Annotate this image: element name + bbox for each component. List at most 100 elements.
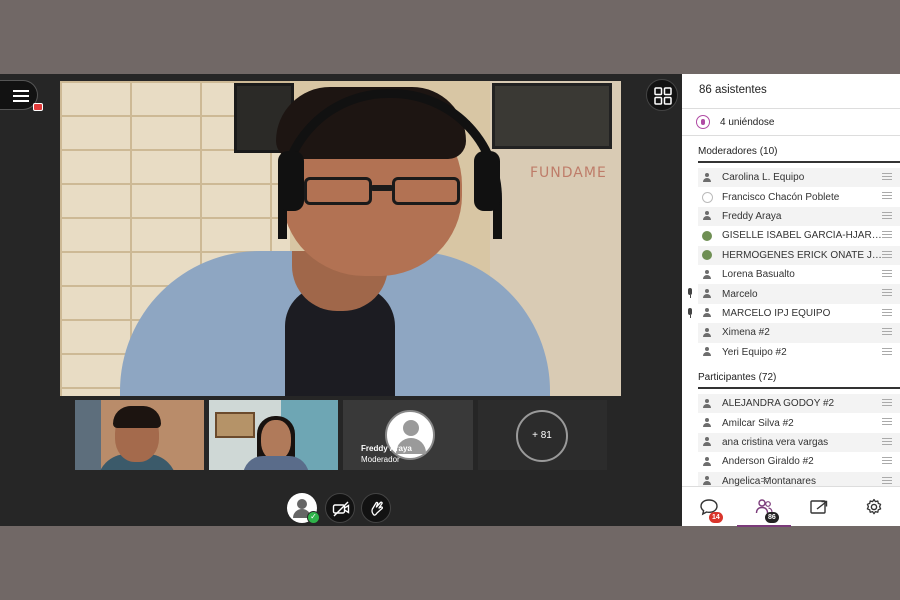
microphone-icon [687, 288, 693, 299]
participant-video-thumbnail[interactable] [209, 400, 338, 470]
tab-chat[interactable]: 14 [682, 487, 736, 527]
attendee-name: Amilcar Silva #2 [722, 417, 794, 429]
headset-earcup [278, 151, 304, 211]
list-item[interactable]: Freddy Araya [698, 206, 900, 227]
layout-toggle-button[interactable] [646, 79, 678, 111]
options-icon[interactable] [882, 418, 892, 427]
microphone-icon [687, 307, 693, 318]
options-icon[interactable] [882, 328, 892, 337]
attendees-count-badge: 86 [765, 512, 779, 523]
list-item[interactable]: Carolina L. Equipo [698, 168, 900, 188]
options-icon[interactable] [882, 347, 892, 357]
person-icon [702, 289, 712, 299]
drag-handle-icon [761, 478, 769, 482]
person-icon [702, 398, 712, 409]
list-item[interactable]: Amilcar Silva #2 [698, 413, 900, 432]
section-rule [698, 161, 900, 163]
list-item[interactable]: Lorena Basualto [698, 265, 900, 284]
main-speaker-video: FUNDAME [60, 81, 621, 396]
person-icon [702, 269, 712, 280]
menu-icon [13, 90, 29, 102]
list-item[interactable]: ALEJANDRA GODOY #2 [698, 394, 900, 414]
panel-tab-bar: 14 86 [682, 478, 900, 527]
person-icon [702, 172, 712, 183]
tab-attendees[interactable]: 86 [737, 487, 791, 527]
options-icon[interactable] [882, 289, 892, 298]
attendee-name: GISELLE ISABEL GARCÍA-HJARLES... [722, 230, 882, 242]
avatar [702, 192, 713, 204]
list-item[interactable]: HERMÓGENES ERICK OÑATE JOR... [698, 245, 900, 265]
my-status-button[interactable]: ✓ [287, 493, 320, 524]
wall-picture [492, 83, 612, 149]
attendee-name: Anderson Giraldo #2 [722, 456, 814, 468]
session-menu-button[interactable] [0, 80, 43, 111]
whiteboard-text: FUNDAME [530, 165, 607, 181]
joining-indicator[interactable]: 4 uniéndose [696, 114, 775, 130]
more-participants-count: + 81 [516, 410, 568, 462]
options-icon[interactable] [882, 437, 892, 447]
list-item[interactable]: Yeri Equipo #2 [698, 343, 900, 362]
thumbnail-name: Freddy Araya [361, 444, 412, 453]
attendee-name: Yeri Equipo #2 [722, 346, 787, 358]
user-status-icon [297, 499, 307, 509]
attendee-name: ALEJANDRA GODOY #2 [722, 398, 835, 410]
options-icon[interactable] [882, 476, 892, 486]
check-icon: ✓ [307, 511, 320, 524]
grid-icon [654, 87, 672, 105]
tab-settings[interactable] [847, 487, 900, 527]
attendee-name: Carolina L. Equipo [722, 172, 805, 184]
participant-video-thumbnail[interactable] [75, 400, 204, 470]
participant-avatar-thumbnail[interactable]: Freddy Araya Moderador [343, 400, 473, 470]
attendee-name: Ximena #2 [722, 327, 770, 339]
person-icon [702, 437, 712, 447]
divider [682, 108, 900, 109]
tab-share-content[interactable] [792, 487, 846, 527]
list-item[interactable]: MARCELO IPJ EQUIPO [688, 304, 900, 323]
list-item[interactable]: Francisco Chacón Poblete [698, 187, 900, 206]
moderators-list: Carolina L. Equipo Francisco Chacón Pobl… [688, 168, 900, 362]
more-participants-thumbnail[interactable]: + 81 [478, 400, 607, 470]
glasses [304, 177, 464, 207]
options-icon[interactable] [882, 192, 892, 201]
attendee-name: ana cristina vera vargas [722, 436, 829, 448]
recording-icon [33, 103, 43, 111]
person-icon [702, 211, 712, 221]
options-icon[interactable] [882, 308, 892, 318]
attendee-name: Freddy Araya [722, 210, 782, 222]
options-icon[interactable] [882, 173, 892, 182]
participants-section-title[interactable]: Participantes (72) [698, 372, 776, 383]
joining-icon [696, 115, 710, 129]
raise-hand-button[interactable] [361, 493, 391, 523]
options-icon[interactable] [882, 399, 892, 408]
options-icon[interactable] [882, 211, 892, 221]
list-item[interactable]: ana cristina vera vargas [698, 432, 900, 453]
person-icon [702, 327, 712, 338]
options-icon[interactable] [882, 250, 892, 260]
list-item[interactable]: Anderson Giraldo #2 [698, 452, 900, 471]
thumbnail-role: Moderador [361, 455, 400, 464]
camera-off-icon [332, 501, 350, 517]
share-icon [810, 500, 828, 514]
gear-icon [866, 498, 882, 515]
list-item[interactable]: Marcelo [688, 284, 900, 304]
options-icon[interactable] [882, 269, 892, 279]
attendees-count: 86 asistentes [699, 84, 767, 96]
attendee-name: Marcelo [722, 288, 758, 300]
avatar [702, 230, 712, 241]
list-item[interactable]: Ximena #2 [698, 323, 900, 343]
options-icon[interactable] [882, 457, 892, 466]
moderators-section-title[interactable]: Moderadores (10) [698, 146, 777, 157]
attendee-name: Francisco Chacón Poblete [722, 191, 840, 203]
person-icon [702, 476, 712, 486]
camera-toggle-button[interactable] [325, 493, 355, 523]
person-icon [702, 308, 712, 318]
person-icon [702, 418, 712, 428]
collaborate-session: FUNDAME Freddy Araya Moderador + 81 ✓ 86… [0, 74, 900, 527]
options-icon[interactable] [882, 231, 892, 240]
section-rule [698, 387, 900, 389]
divider [682, 135, 900, 136]
list-item[interactable]: GISELLE ISABEL GARCÍA-HJARLES... [698, 226, 900, 245]
chat-unread-badge: 14 [709, 512, 723, 523]
person-icon [702, 456, 712, 467]
headset-earcup [474, 151, 500, 211]
